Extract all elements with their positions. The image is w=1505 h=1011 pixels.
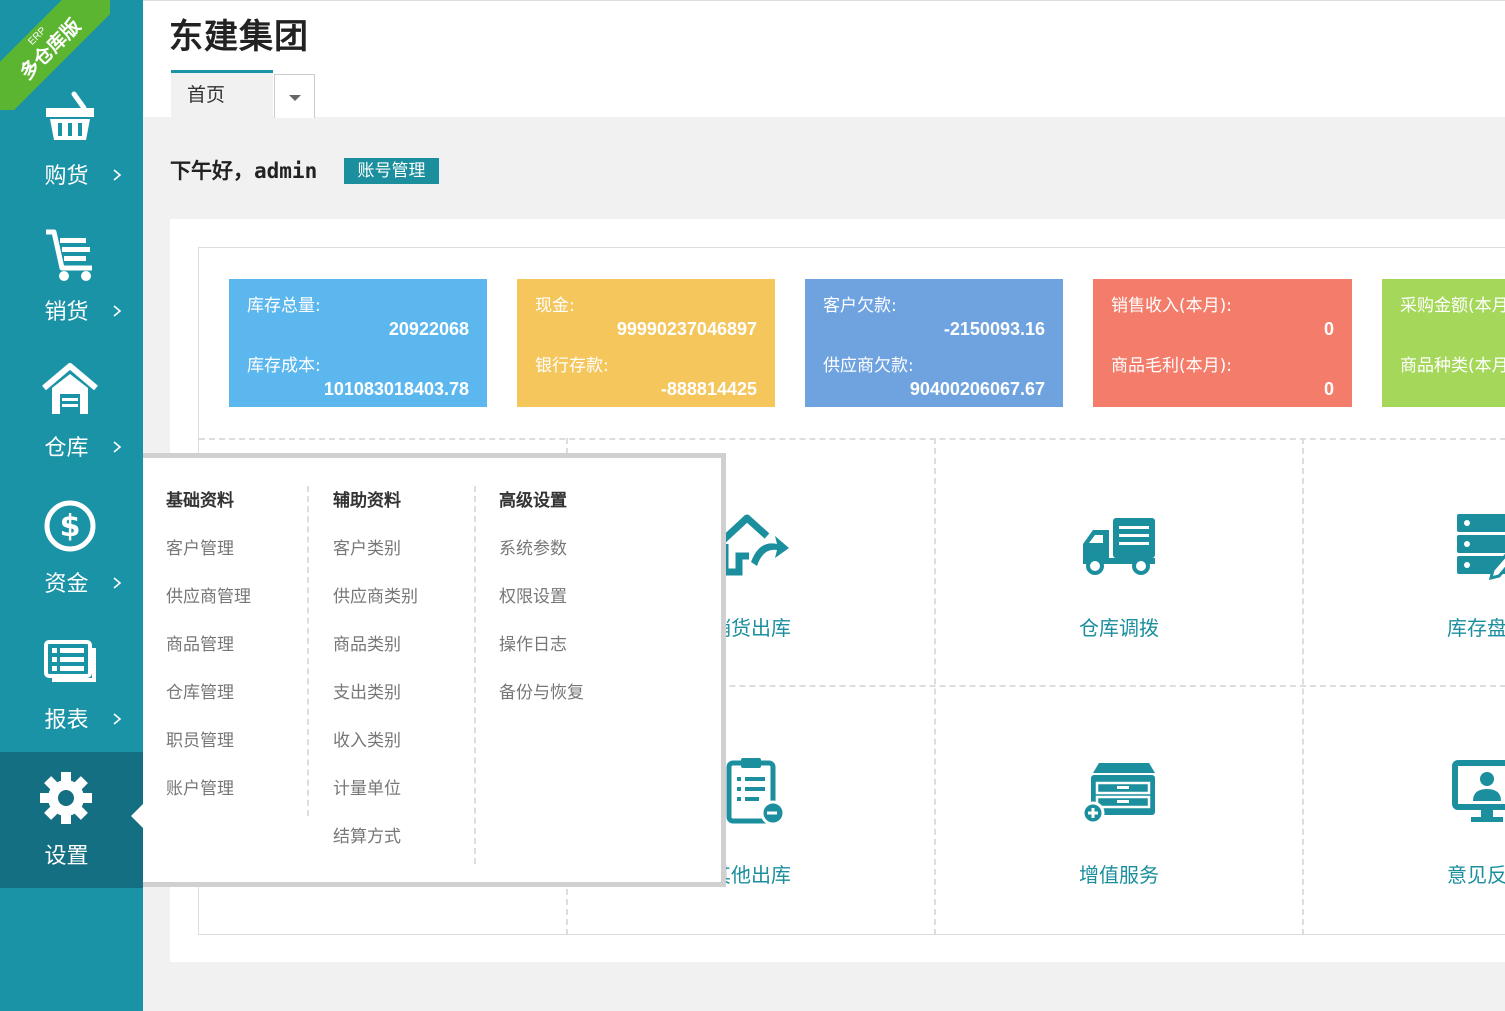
sidebar: ERP 多仓库版 购货 销货 仓库 $ 资金 报表 设置 xyxy=(0,0,143,1011)
menu-divider xyxy=(307,486,309,816)
stat-card-cash: 现金: 99990237046897 银行存款: -888814425 xyxy=(517,279,775,407)
caret-down-icon xyxy=(289,95,301,101)
stat-value: 101083018403.78 xyxy=(323,379,469,399)
sidebar-item-label: 资金 xyxy=(44,572,89,597)
chevron-right-icon xyxy=(113,713,122,725)
stat-card-purchase: 采购金额(本月): 商品种类(本月): xyxy=(1382,279,1505,407)
menu-item-customer[interactable]: 客户管理 xyxy=(166,534,251,564)
stat-label: 库存总量: xyxy=(247,296,321,316)
menu-item-permissions[interactable]: 权限设置 xyxy=(499,582,584,612)
sidebar-item-label: 设置 xyxy=(44,844,89,869)
cart-icon xyxy=(46,229,92,281)
sidebar-item-reports[interactable]: 报表 xyxy=(0,614,143,750)
stat-card-inventory: 库存总量: 20922068 库存成本: 101083018403.78 xyxy=(229,279,487,407)
menu-item-settlement[interactable]: 结算方式 xyxy=(333,822,418,852)
menu-item-account[interactable]: 账户管理 xyxy=(166,774,251,804)
menu-item-unit[interactable]: 计量单位 xyxy=(333,774,418,804)
menu-item-product[interactable]: 商品管理 xyxy=(166,630,251,660)
tab-dropdown-button[interactable] xyxy=(274,74,315,118)
tile-label: 增值服务 xyxy=(1079,863,1159,887)
menu-item-product-category[interactable]: 商品类别 xyxy=(333,630,418,660)
menu-divider xyxy=(474,486,476,864)
sidebar-item-label: 购货 xyxy=(44,164,89,189)
chevron-right-icon xyxy=(113,169,122,181)
drawer-icon xyxy=(1081,763,1155,825)
stat-value: 99990237046897 xyxy=(616,319,757,339)
tile-label: 意见反馈 xyxy=(1447,863,1505,887)
menu-item-backup-restore[interactable]: 备份与恢复 xyxy=(499,678,584,708)
stat-value: 0 xyxy=(1323,319,1334,339)
stat-value: 90400206067.67 xyxy=(909,379,1045,399)
account-management-button[interactable]: 账号管理 xyxy=(344,158,439,184)
menu-pointer xyxy=(131,804,143,828)
header: 东建集团 首页 xyxy=(143,0,1505,119)
menu-item-customer-category[interactable]: 客户类别 xyxy=(333,534,418,564)
chevron-right-icon xyxy=(113,441,122,453)
sidebar-item-warehouse[interactable]: 仓库 xyxy=(0,342,143,478)
menu-heading: 辅助资料 xyxy=(333,491,401,511)
tab-home[interactable]: 首页 xyxy=(171,70,273,119)
stat-value: 20922068 xyxy=(388,319,469,339)
stat-value: 0 xyxy=(1323,379,1334,399)
menu-item-expense-category[interactable]: 支出类别 xyxy=(333,678,418,708)
tile-warehouse-transfer[interactable]: 仓库调拨 xyxy=(935,440,1303,687)
stat-card-debts: 客户欠款: -2150093.16 供应商欠款: 90400206067.67 xyxy=(805,279,1063,407)
sidebar-item-funds[interactable]: $ 资金 xyxy=(0,478,143,614)
menu-column-auxiliary: 辅助资料 客户类别 供应商类别 商品类别 支出类别 收入类别 计量单位 结算方式 xyxy=(333,486,418,852)
svg-text:$: $ xyxy=(60,509,81,544)
tile-inventory-check[interactable]: 库存盘点 xyxy=(1303,440,1505,687)
sidebar-item-label: 仓库 xyxy=(44,436,89,461)
menu-item-income-category[interactable]: 收入类别 xyxy=(333,726,418,756)
stat-label: 客户欠款: xyxy=(823,296,897,316)
monitor-user-icon xyxy=(1452,760,1505,822)
settings-menu: 基础资料 客户管理 供应商管理 商品管理 仓库管理 职员管理 账户管理 辅助资料… xyxy=(143,453,726,887)
truck-icon xyxy=(1083,518,1155,575)
sidebar-item-settings[interactable]: 设置 xyxy=(0,752,143,888)
stat-label: 现金: xyxy=(535,296,575,316)
stat-value: -2150093.16 xyxy=(943,319,1045,339)
dollar-icon: $ xyxy=(44,500,96,552)
menu-column-advanced: 高级设置 系统参数 权限设置 操作日志 备份与恢复 xyxy=(499,486,584,708)
tile-feedback[interactable]: 意见反馈 xyxy=(1303,687,1505,934)
stat-label: 银行存款: xyxy=(535,356,609,376)
stat-label: 商品种类(本月): xyxy=(1400,356,1505,376)
warehouse-icon xyxy=(42,363,98,414)
stat-label: 供应商欠款: xyxy=(823,356,914,376)
menu-item-supplier[interactable]: 供应商管理 xyxy=(166,582,251,612)
sidebar-item-sales[interactable]: 销货 xyxy=(0,206,143,342)
tile-label: 库存盘点 xyxy=(1447,616,1505,640)
stat-label: 商品毛利(本月): xyxy=(1111,356,1232,376)
menu-heading: 基础资料 xyxy=(166,491,234,511)
basket-icon xyxy=(46,91,94,140)
gear-icon xyxy=(40,772,92,824)
stat-label: 销售收入(本月): xyxy=(1111,296,1232,316)
company-title: 东建集团 xyxy=(169,17,309,57)
sidebar-item-label: 报表 xyxy=(44,708,89,733)
tile-value-added[interactable]: 增值服务 xyxy=(935,687,1303,934)
sidebar-item-purchase[interactable]: 购货 xyxy=(0,70,143,206)
menu-item-operation-log[interactable]: 操作日志 xyxy=(499,630,584,660)
report-icon xyxy=(44,640,96,682)
menu-heading: 高级设置 xyxy=(499,491,567,511)
menu-item-system-params[interactable]: 系统参数 xyxy=(499,534,584,564)
menu-item-staff[interactable]: 职员管理 xyxy=(166,726,251,756)
menu-item-supplier-category[interactable]: 供应商类别 xyxy=(333,582,418,612)
menu-column-basic: 基础资料 客户管理 供应商管理 商品管理 仓库管理 职员管理 账户管理 xyxy=(166,486,251,804)
stat-label: 库存成本: xyxy=(247,356,321,376)
server-edit-icon xyxy=(1457,514,1505,580)
chevron-right-icon xyxy=(113,577,122,589)
greeting: 下午好，admin xyxy=(170,159,318,183)
chevron-right-icon xyxy=(113,305,122,317)
menu-item-warehouse[interactable]: 仓库管理 xyxy=(166,678,251,708)
stat-value: -888814425 xyxy=(660,379,757,399)
sidebar-item-label: 销货 xyxy=(44,300,89,325)
stat-card-sales: 销售收入(本月): 0 商品毛利(本月): 0 xyxy=(1093,279,1352,407)
tile-label: 仓库调拨 xyxy=(1079,616,1159,640)
stat-label: 采购金额(本月): xyxy=(1400,296,1505,316)
